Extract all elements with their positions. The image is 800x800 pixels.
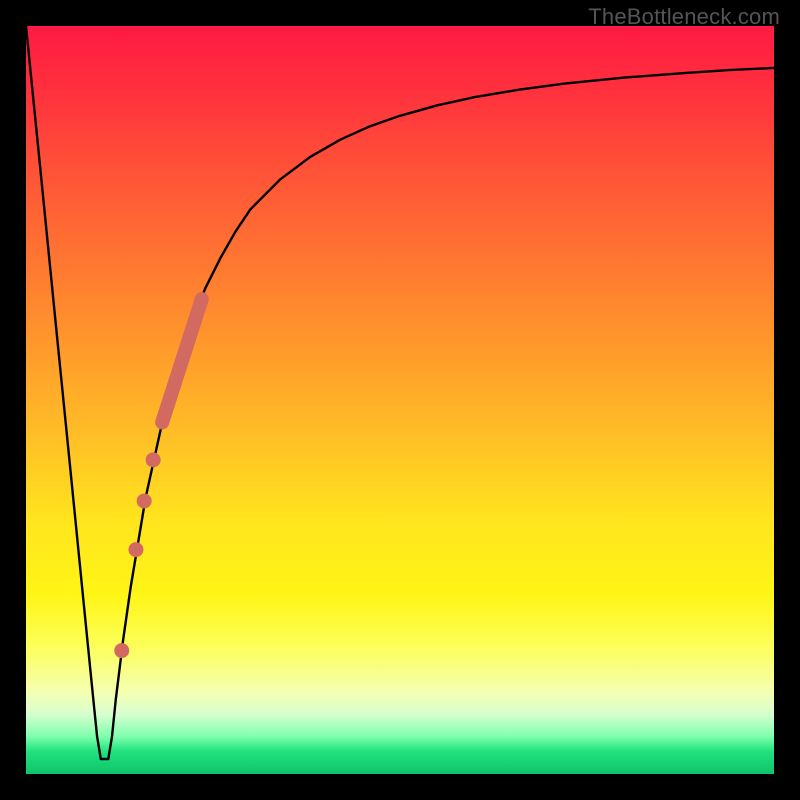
- chart-frame: TheBottleneck.com: [0, 0, 800, 800]
- highlight-dot: [114, 643, 129, 658]
- highlight-dot: [137, 493, 152, 508]
- plot-area: [26, 26, 774, 774]
- highlight-dot: [146, 452, 161, 467]
- bottleneck-curve: [26, 26, 774, 759]
- highlight-segment: [162, 299, 202, 422]
- curve-layer: [26, 26, 774, 774]
- highlight-dots: [114, 452, 160, 658]
- highlight-dot: [128, 542, 143, 557]
